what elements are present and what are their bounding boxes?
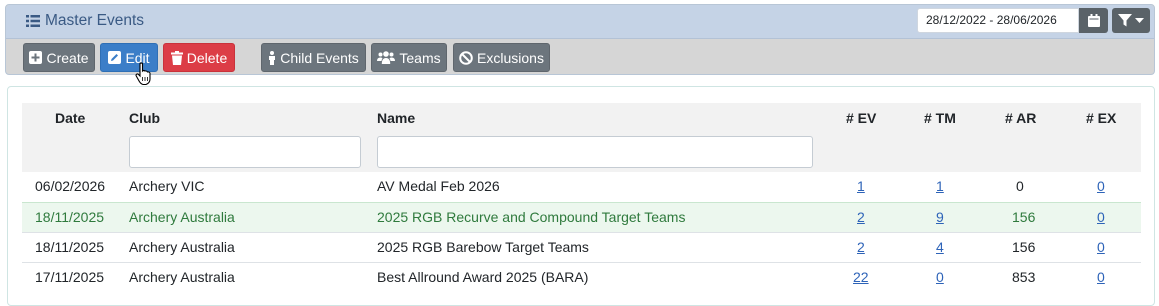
edit-icon: [108, 51, 122, 64]
cell-tm-link[interactable]: 0: [936, 269, 944, 285]
calendar-icon: [1087, 14, 1100, 27]
col-ar-header[interactable]: # AR: [1005, 110, 1036, 126]
cell-tm-link[interactable]: 1: [936, 178, 944, 194]
cell-ev-link[interactable]: 2: [857, 209, 865, 225]
users-icon: [377, 51, 396, 64]
cell-club: Archery Australia: [129, 209, 235, 225]
col-date-header[interactable]: Date: [55, 110, 85, 126]
trash-icon: [170, 50, 183, 65]
cell-date: 17/11/2025: [35, 269, 105, 285]
filter-icon: [1118, 14, 1132, 27]
cell-date: 06/02/2026: [35, 178, 106, 194]
page-title: Master Events: [26, 12, 144, 30]
plus-square-icon: [29, 51, 43, 64]
cell-name: 2025 RGB Barebow Target Teams: [377, 239, 589, 255]
cell-club: Archery Australia: [129, 269, 235, 285]
delete-label: Delete: [186, 49, 228, 66]
filter-dropdown-button[interactable]: [1112, 8, 1150, 33]
cell-date: 18/11/2025: [35, 209, 105, 225]
page-title-text: Master Events: [45, 12, 145, 29]
list-icon: [26, 15, 40, 27]
create-button[interactable]: Create: [23, 43, 95, 72]
col-ev-header[interactable]: # EV: [846, 110, 876, 126]
exclusions-button[interactable]: Exclusions: [453, 43, 550, 72]
cell-ex-link[interactable]: 0: [1097, 239, 1105, 255]
table-row[interactable]: 17/11/2025 Archery Australia Best Allrou…: [22, 262, 1141, 292]
child-events-button[interactable]: Child Events: [261, 43, 366, 72]
exclusions-label: Exclusions: [477, 49, 544, 66]
cell-ex-link[interactable]: 0: [1097, 269, 1105, 285]
cell-ex-link[interactable]: 0: [1097, 178, 1105, 194]
master-events-panel: Master Events 28/12/2022 - 28/06/2026 Cr…: [5, 4, 1155, 75]
date-range-input[interactable]: 28/12/2022 - 28/06/2026: [917, 8, 1079, 33]
col-club-header[interactable]: Club: [129, 110, 160, 126]
cell-name: AV Medal Feb 2026: [377, 178, 500, 194]
delete-button[interactable]: Delete: [163, 43, 235, 72]
teams-label: Teams: [399, 49, 441, 66]
create-label: Create: [46, 49, 89, 66]
hand-pointer-icon: [135, 62, 151, 86]
teams-button[interactable]: Teams: [371, 43, 447, 72]
col-name-header[interactable]: Name: [377, 110, 415, 126]
calendar-button[interactable]: [1079, 8, 1108, 33]
table-row[interactable]: 18/11/2025 Archery Australia 2025 RGB Ba…: [22, 232, 1141, 262]
child-events-label: Child Events: [280, 49, 359, 66]
ban-icon: [459, 50, 473, 65]
cell-name: Best Allround Award 2025 (BARA): [377, 269, 589, 285]
cell-name: 2025 RGB Recurve and Compound Target Tea…: [377, 209, 686, 225]
cell-tm-link[interactable]: 4: [936, 239, 944, 255]
caret-down-icon: [1135, 17, 1144, 23]
cell-date: 18/11/2025: [35, 239, 105, 255]
cell-tm-link[interactable]: 9: [936, 209, 944, 225]
table-row[interactable]: 18/11/2025 Archery Australia 2025 RGB Re…: [22, 202, 1141, 232]
cell-ar: 853: [1012, 269, 1036, 285]
cell-ev-link[interactable]: 22: [853, 269, 869, 285]
cell-ev-link[interactable]: 2: [857, 239, 865, 255]
cell-ar: 156: [1012, 209, 1036, 225]
table-row[interactable]: 06/02/2026 Archery VIC AV Medal Feb 2026…: [22, 172, 1141, 202]
col-tm-header[interactable]: # TM: [924, 110, 956, 126]
panel-header: Master Events 28/12/2022 - 28/06/2026: [6, 5, 1154, 39]
cell-club: Archery Australia: [129, 239, 235, 255]
cell-ar: 0: [1016, 178, 1024, 194]
cell-club: Archery VIC: [129, 178, 205, 194]
cell-ex-link[interactable]: 0: [1097, 209, 1105, 225]
col-ex-header[interactable]: # EX: [1086, 110, 1116, 126]
name-filter-input[interactable]: [377, 136, 813, 168]
club-filter-input[interactable]: [129, 136, 361, 168]
cell-ar: 156: [1012, 239, 1036, 255]
person-icon: [269, 50, 276, 65]
cell-ev-link[interactable]: 1: [857, 178, 865, 194]
